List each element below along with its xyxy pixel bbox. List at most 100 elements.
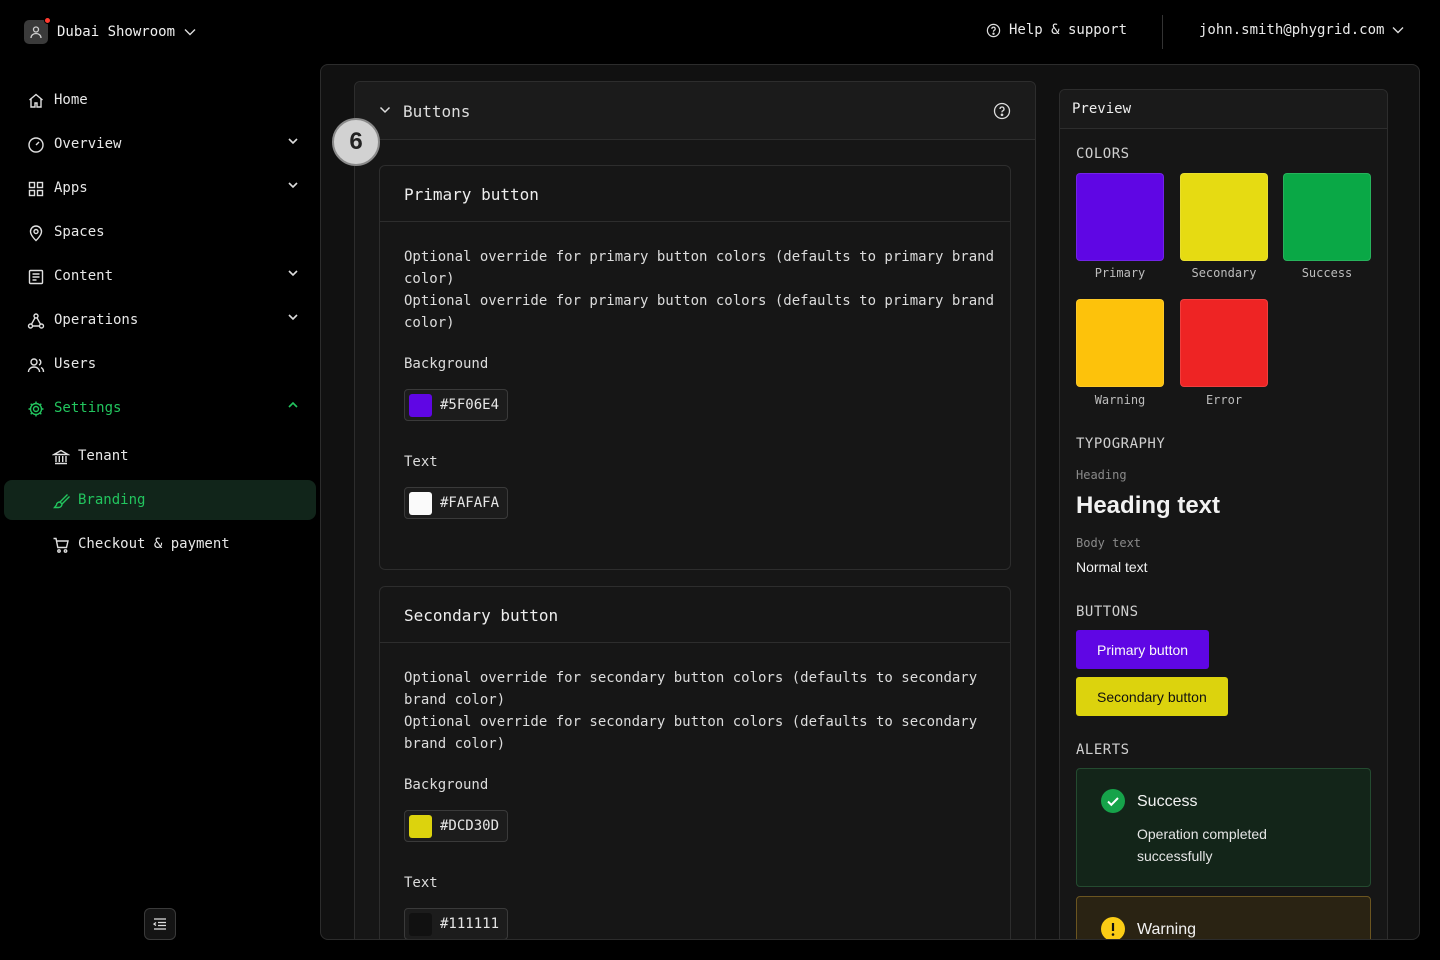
color-swatch <box>409 814 432 838</box>
alert-message: Operation completed successfully <box>1137 826 1267 864</box>
notification-dot <box>44 17 51 24</box>
card-description: Optional override for secondary button c… <box>404 667 994 755</box>
color-hex-value: #5F06E4 <box>440 397 500 413</box>
error-color-swatch <box>1180 299 1268 387</box>
card-description: Optional override for primary button col… <box>404 246 994 334</box>
warning-color-swatch <box>1076 299 1164 387</box>
section-title: Buttons <box>403 102 471 121</box>
preview-primary-button[interactable]: Primary button <box>1076 630 1210 669</box>
sidebar-item-content[interactable]: Content <box>4 256 316 296</box>
color-hex-value: #111111 <box>440 916 500 932</box>
topbar-divider <box>1162 15 1163 49</box>
help-support-label: Help & support <box>1009 22 1128 38</box>
sidebar-collapse-button[interactable] <box>144 908 176 940</box>
sidebar-item-label: Overview <box>54 136 122 152</box>
card-header: Primary button <box>380 166 1010 222</box>
chevron-down-icon <box>1392 27 1404 34</box>
sidebar-item-label: Users <box>54 356 97 372</box>
sidebar-item-label: Checkout & payment <box>78 536 230 552</box>
user-email: john.smith@phygrid.com <box>1199 22 1385 38</box>
text-color-picker[interactable]: #111111 <box>404 908 508 939</box>
step-number-badge: 6 <box>332 118 380 166</box>
preview-title: Preview <box>1072 101 1132 117</box>
color-label: Primary <box>1094 266 1146 280</box>
chevron-down-icon <box>288 182 298 189</box>
secondary-color-swatch <box>1180 173 1268 261</box>
card-title: Primary button <box>404 185 539 204</box>
chevron-down-icon[interactable] <box>379 106 391 114</box>
document-list-icon <box>28 269 44 285</box>
preview-panel: Preview COLORS Primary Secondary Success… <box>1059 89 1388 939</box>
preview-header: Preview <box>1060 90 1387 129</box>
sidebar-item-label: Content <box>54 268 114 284</box>
sidebar-item-overview[interactable]: Overview <box>4 124 316 164</box>
tenant-name: Dubai Showroom <box>57 24 176 40</box>
sidebar-item-spaces[interactable]: Spaces <box>4 212 316 252</box>
text-label: Text <box>404 875 438 891</box>
grid-icon <box>28 181 44 197</box>
main-panel: Buttons Primary button Optional override… <box>320 64 1420 940</box>
sidebar-item-users[interactable]: Users <box>4 344 316 384</box>
alert-title: Warning <box>1137 921 1196 938</box>
users-icon <box>27 358 45 373</box>
sidebar-item-checkout-payment[interactable]: Checkout & payment <box>4 524 316 564</box>
location-pin-icon <box>29 225 43 242</box>
user-menu[interactable]: john.smith@phygrid.com <box>1199 22 1404 38</box>
help-support-link[interactable]: Help & support <box>986 22 1127 38</box>
color-swatch <box>409 912 432 936</box>
text-color-picker[interactable]: #FAFAFA <box>404 487 508 519</box>
sidebar-item-label: Settings <box>54 400 122 416</box>
buttons-section: Buttons Primary button Optional override… <box>354 81 1036 939</box>
sidebar-item-branding[interactable]: Branding <box>4 480 316 520</box>
background-color-picker[interactable]: #5F06E4 <box>404 389 508 421</box>
text-label: Text <box>404 454 438 470</box>
color-hex-value: #DCD30D <box>440 818 500 834</box>
colors-heading: COLORS <box>1076 146 1130 162</box>
color-label: Secondary <box>1191 266 1257 280</box>
sidebar-item-label: Branding <box>78 492 146 508</box>
tenant-avatar <box>24 17 51 44</box>
chevron-up-icon <box>288 401 298 408</box>
gauge-icon <box>28 137 44 153</box>
typography-heading: TYPOGRAPHY <box>1076 436 1166 452</box>
success-alert: Success Operation completed successfully <box>1076 768 1371 887</box>
home-icon <box>29 93 43 108</box>
help-circle-icon <box>986 23 1001 37</box>
preview-secondary-button[interactable]: Secondary button <box>1076 677 1228 716</box>
collapse-menu-icon <box>153 918 166 930</box>
chevron-down-icon <box>184 29 196 36</box>
card-title: Secondary button <box>404 606 559 625</box>
description-line: Optional override for primary button col… <box>404 293 995 331</box>
body-sample: Normal text <box>1076 559 1148 575</box>
alerts-heading: ALERTS <box>1076 742 1130 758</box>
heading-caption: Heading <box>1076 468 1127 482</box>
background-label: Background <box>404 777 489 793</box>
color-swatch <box>409 491 432 515</box>
help-circle-icon[interactable] <box>993 102 1011 120</box>
alert-title: Success <box>1137 793 1198 810</box>
gear-icon <box>28 401 44 417</box>
chevron-down-icon <box>288 138 298 145</box>
sidebar-item-label: Spaces <box>54 224 105 240</box>
body-caption: Body text <box>1076 536 1142 550</box>
description-line: Optional override for secondary button c… <box>404 670 978 708</box>
buttons-heading: BUTTONS <box>1076 604 1139 620</box>
sidebar-item-apps[interactable]: Apps <box>4 168 316 208</box>
color-label: Error <box>1205 393 1243 407</box>
sidebar-item-label: Apps <box>54 180 88 196</box>
user-icon <box>30 26 42 39</box>
sidebar-item-home[interactable]: Home <box>4 80 316 120</box>
warning-alert: Warning <box>1076 896 1371 939</box>
section-header[interactable]: Buttons <box>355 82 1035 140</box>
heading-sample: Heading text <box>1076 492 1221 519</box>
sidebar-item-tenant[interactable]: Tenant <box>4 436 316 476</box>
color-label: Warning <box>1094 393 1146 407</box>
background-label: Background <box>404 356 489 372</box>
cart-icon <box>53 537 69 553</box>
secondary-button-card: Secondary button Optional override for s… <box>379 586 1011 939</box>
background-color-picker[interactable]: #DCD30D <box>404 810 508 842</box>
sidebar-item-settings[interactable]: Settings <box>4 388 316 428</box>
chevron-down-icon <box>288 270 298 277</box>
tenant-switcher[interactable]: Dubai Showroom <box>24 17 196 45</box>
sidebar-item-operations[interactable]: Operations <box>4 300 316 340</box>
